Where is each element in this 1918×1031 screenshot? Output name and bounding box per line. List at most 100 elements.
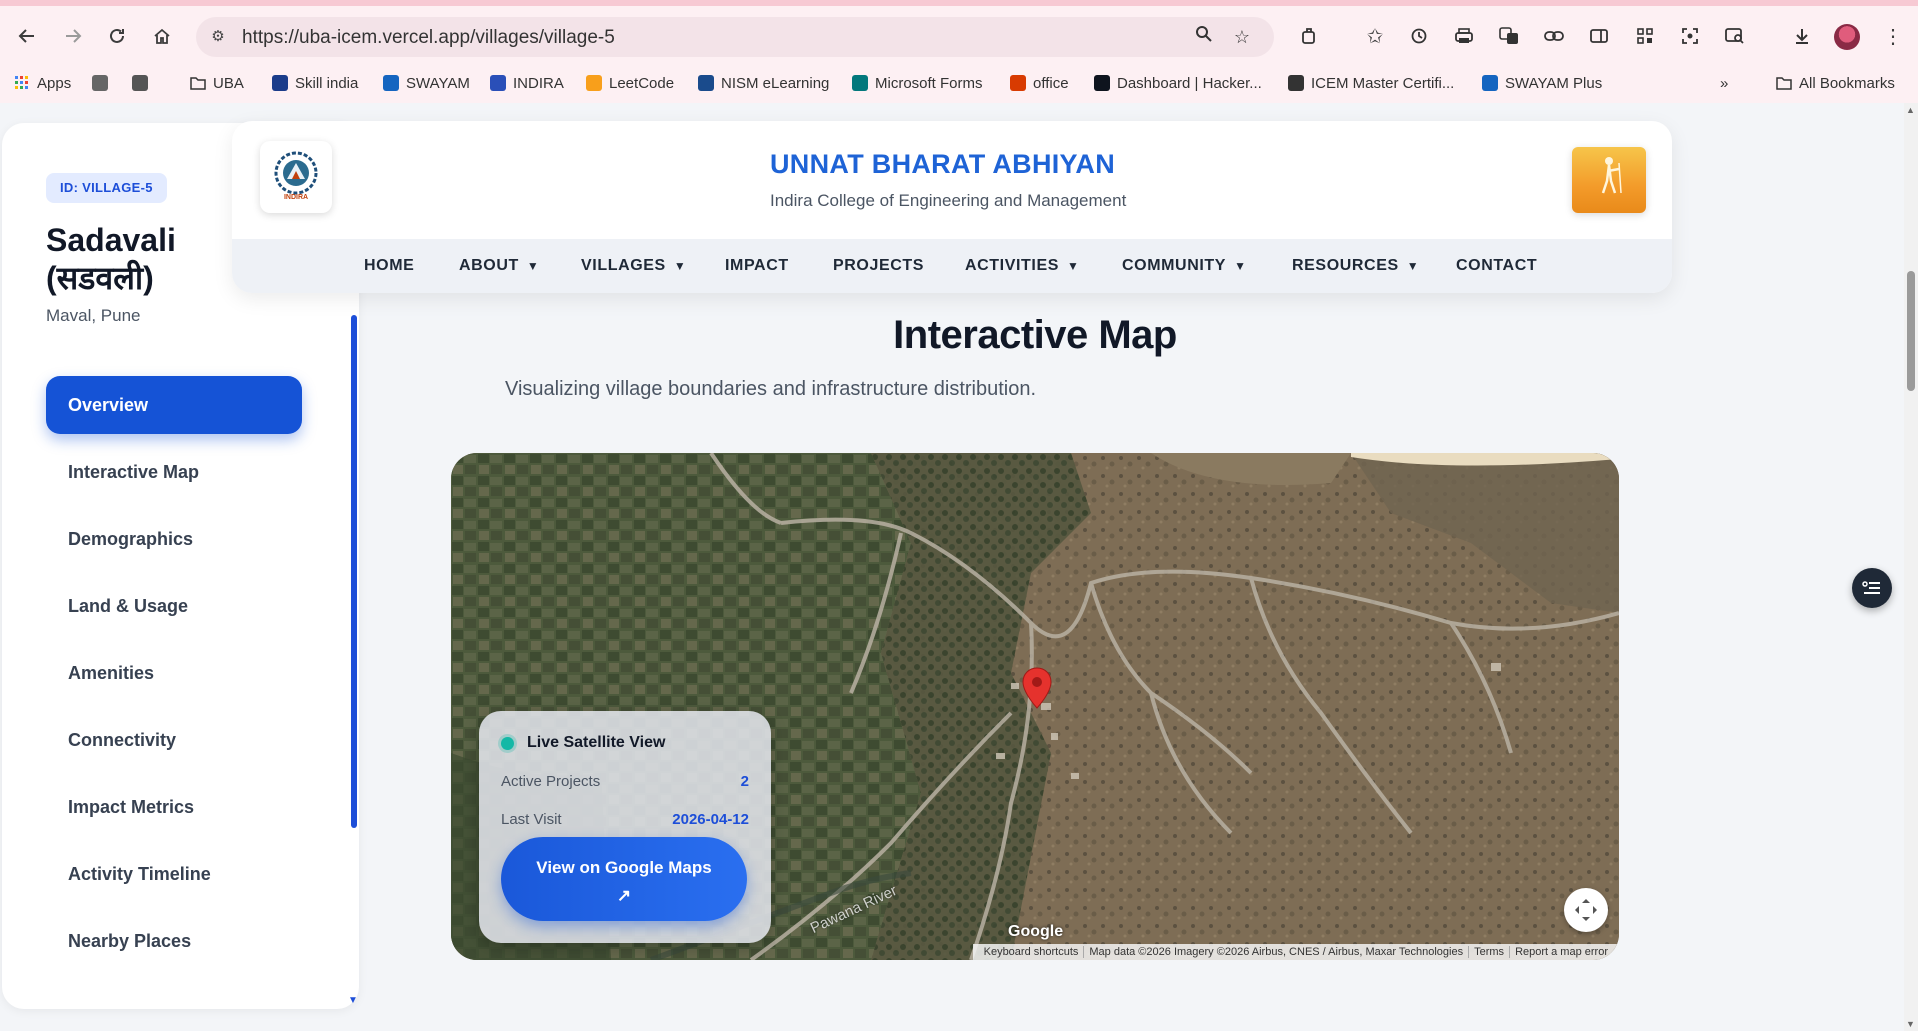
nav-activities[interactable]: ACTIVITIES ▼: [965, 239, 1080, 293]
map-attribution: Keyboard shortcuts Map data ©2026 Imager…: [972, 944, 1619, 960]
view-google-maps-label: View on Google Maps: [536, 858, 712, 877]
tab-groups-icon: [132, 75, 148, 91]
url-text[interactable]: https://uba-icem.vercel.app/villages/vil…: [242, 27, 615, 49]
sidebar-item-land-usage[interactable]: Land & Usage: [46, 577, 302, 635]
nav-label: IMPACT: [725, 257, 789, 274]
history-icon[interactable]: [1402, 19, 1436, 53]
map-info-card: Live Satellite View Active Projects 2 La…: [479, 711, 771, 943]
village-id-badge: ID: VILLAGE-5: [46, 173, 167, 203]
zoom-icon[interactable]: [1192, 25, 1216, 49]
site-title[interactable]: UNNAT BHARAT ABHIYAN: [770, 149, 1115, 180]
fullscreen-button[interactable]: [1564, 888, 1608, 932]
qr-code-icon[interactable]: [1628, 19, 1662, 53]
profile-avatar[interactable]: [1834, 24, 1860, 50]
bookmark-8[interactable]: NISM eLearning: [698, 70, 829, 96]
sidebar-scroll-indicator[interactable]: [351, 315, 357, 828]
bookmark-1[interactable]: [92, 70, 108, 96]
dropdown-caret-icon: ▼: [1406, 259, 1420, 273]
map-pin-icon[interactable]: [1022, 667, 1052, 709]
bookmark-6[interactable]: INDIRA: [490, 70, 564, 96]
dropdown-caret-icon: ▼: [1067, 259, 1080, 273]
more-options-icon[interactable]: ⋮: [1876, 19, 1910, 53]
nav-resources[interactable]: RESOURCES ▼: [1292, 239, 1419, 293]
bookmark-label: Microsoft Forms: [875, 74, 983, 92]
more-bookmarks-chevron-icon[interactable]: »: [1720, 70, 1728, 96]
active-projects-row: Active Projects 2: [501, 773, 749, 790]
address-bar[interactable]: ⚙ https://uba-icem.vercel.app/villages/v…: [196, 17, 1274, 57]
nav-villages[interactable]: VILLAGES ▼: [581, 239, 686, 293]
all-bookmarks-button[interactable]: All Bookmarks: [1776, 70, 1895, 96]
skill-india-icon: [272, 75, 288, 91]
uba-logo[interactable]: [1572, 147, 1646, 213]
bookmark-0[interactable]: Apps: [14, 70, 71, 96]
sidebar-item-connectivity[interactable]: Connectivity: [46, 711, 302, 769]
sidebar-item-nearby-places[interactable]: Nearby Places: [46, 912, 302, 970]
download-icon[interactable]: [1785, 19, 1819, 53]
sidebar-item-interactive-map[interactable]: Interactive Map: [46, 443, 302, 501]
forward-arrow-icon[interactable]: [56, 19, 90, 53]
translate-icon[interactable]: [1492, 19, 1526, 53]
bookmark-star-icon[interactable]: ☆: [1230, 25, 1254, 49]
indira-logo[interactable]: INDIRA: [260, 141, 332, 213]
sidebar-item-impact-metrics[interactable]: Impact Metrics: [46, 778, 302, 836]
apps-grid-icon: [14, 75, 30, 91]
page-scrollbar[interactable]: ▲ ▼: [1904, 103, 1918, 1031]
print-icon[interactable]: [1447, 19, 1481, 53]
back-arrow-icon[interactable]: [10, 19, 44, 53]
sidebar-item-activity-timeline[interactable]: Activity Timeline: [46, 845, 302, 903]
nav-projects[interactable]: PROJECTS: [833, 239, 924, 293]
bookmark-5[interactable]: SWAYAM: [383, 70, 470, 96]
terms-link[interactable]: Terms: [1468, 946, 1509, 958]
nav-label: ABOUT: [459, 257, 519, 274]
scrollbar-thumb[interactable]: [1907, 271, 1915, 391]
site-header: INDIRA UNNAT BHARAT ABHIYAN Indira Colle…: [232, 121, 1672, 293]
bookmark-9[interactable]: Microsoft Forms: [852, 70, 983, 96]
browser-chrome: ⚙ https://uba-icem.vercel.app/villages/v…: [0, 0, 1918, 103]
nav-community[interactable]: COMMUNITY ▼: [1122, 239, 1247, 293]
extensions-icon[interactable]: [1292, 19, 1326, 53]
nav-contact[interactable]: CONTACT: [1456, 239, 1537, 293]
dropdown-caret-icon: ▼: [673, 259, 687, 273]
last-visit-value: 2026-04-12: [672, 811, 749, 828]
link-icon[interactable]: [1537, 19, 1571, 53]
bookmark-13[interactable]: SWAYAM Plus: [1482, 70, 1602, 96]
scroll-up-icon[interactable]: ▲: [1906, 105, 1915, 115]
bookmark-12[interactable]: ICEM Master Certifi...: [1288, 70, 1454, 96]
bookmark-label: SWAYAM: [406, 74, 470, 92]
live-view-title: Live Satellite View: [527, 734, 666, 751]
bookmark-label: ICEM Master Certifi...: [1311, 74, 1455, 92]
sidebar-item-overview[interactable]: Overview: [46, 376, 302, 434]
bookmark-11[interactable]: Dashboard | Hacker...: [1094, 70, 1262, 96]
bookmark-4[interactable]: Skill india: [272, 70, 358, 96]
sidepanel-icon[interactable]: [1582, 19, 1616, 53]
nav-impact[interactable]: IMPACT: [725, 239, 789, 293]
main-nav: HOME ABOUT ▼ VILLAGES ▼ IMPACT PROJECTS ACTIVIT…: [232, 239, 1672, 293]
home-icon[interactable]: [145, 19, 179, 53]
swayam-icon: [383, 75, 399, 91]
sidebar-item-amenities[interactable]: Amenities: [46, 644, 302, 702]
bookmark-10[interactable]: office: [1010, 70, 1069, 96]
sidebar-item-demographics[interactable]: Demographics: [46, 510, 302, 568]
section-title: Interactive Map: [893, 313, 1177, 357]
nav-home[interactable]: HOME: [364, 239, 414, 293]
site-settings-icon[interactable]: ⚙: [208, 27, 228, 47]
report-error-link[interactable]: Report a map error: [1509, 946, 1613, 958]
folder-icon: [190, 75, 206, 91]
bookmark-label: SWAYAM Plus: [1505, 74, 1603, 92]
bookmark-2[interactable]: [132, 70, 148, 96]
bookmark-7[interactable]: LeetCode: [586, 70, 674, 96]
floating-menu-button[interactable]: [1852, 568, 1892, 608]
scroll-down-icon[interactable]: ▼: [1906, 1019, 1915, 1029]
nav-about[interactable]: ABOUT ▼: [459, 239, 539, 293]
screenshot-icon[interactable]: [1673, 19, 1707, 53]
keyboard-shortcuts-link[interactable]: Keyboard shortcuts: [979, 946, 1084, 958]
view-google-maps-button[interactable]: View on Google Maps ↗: [501, 837, 747, 921]
bookmarks-star-icon[interactable]: ✩: [1358, 19, 1392, 53]
last-visit-label: Last Visit: [501, 811, 562, 828]
satellite-map[interactable]: Pawana River Live Satellite View Active …: [451, 453, 1619, 960]
sidebar-scroll-down-icon[interactable]: ▼: [348, 995, 358, 1006]
search-tabs-icon[interactable]: [1718, 19, 1752, 53]
office-icon: [1010, 75, 1026, 91]
bookmark-3[interactable]: UBA: [190, 70, 244, 96]
reload-icon[interactable]: [100, 19, 134, 53]
